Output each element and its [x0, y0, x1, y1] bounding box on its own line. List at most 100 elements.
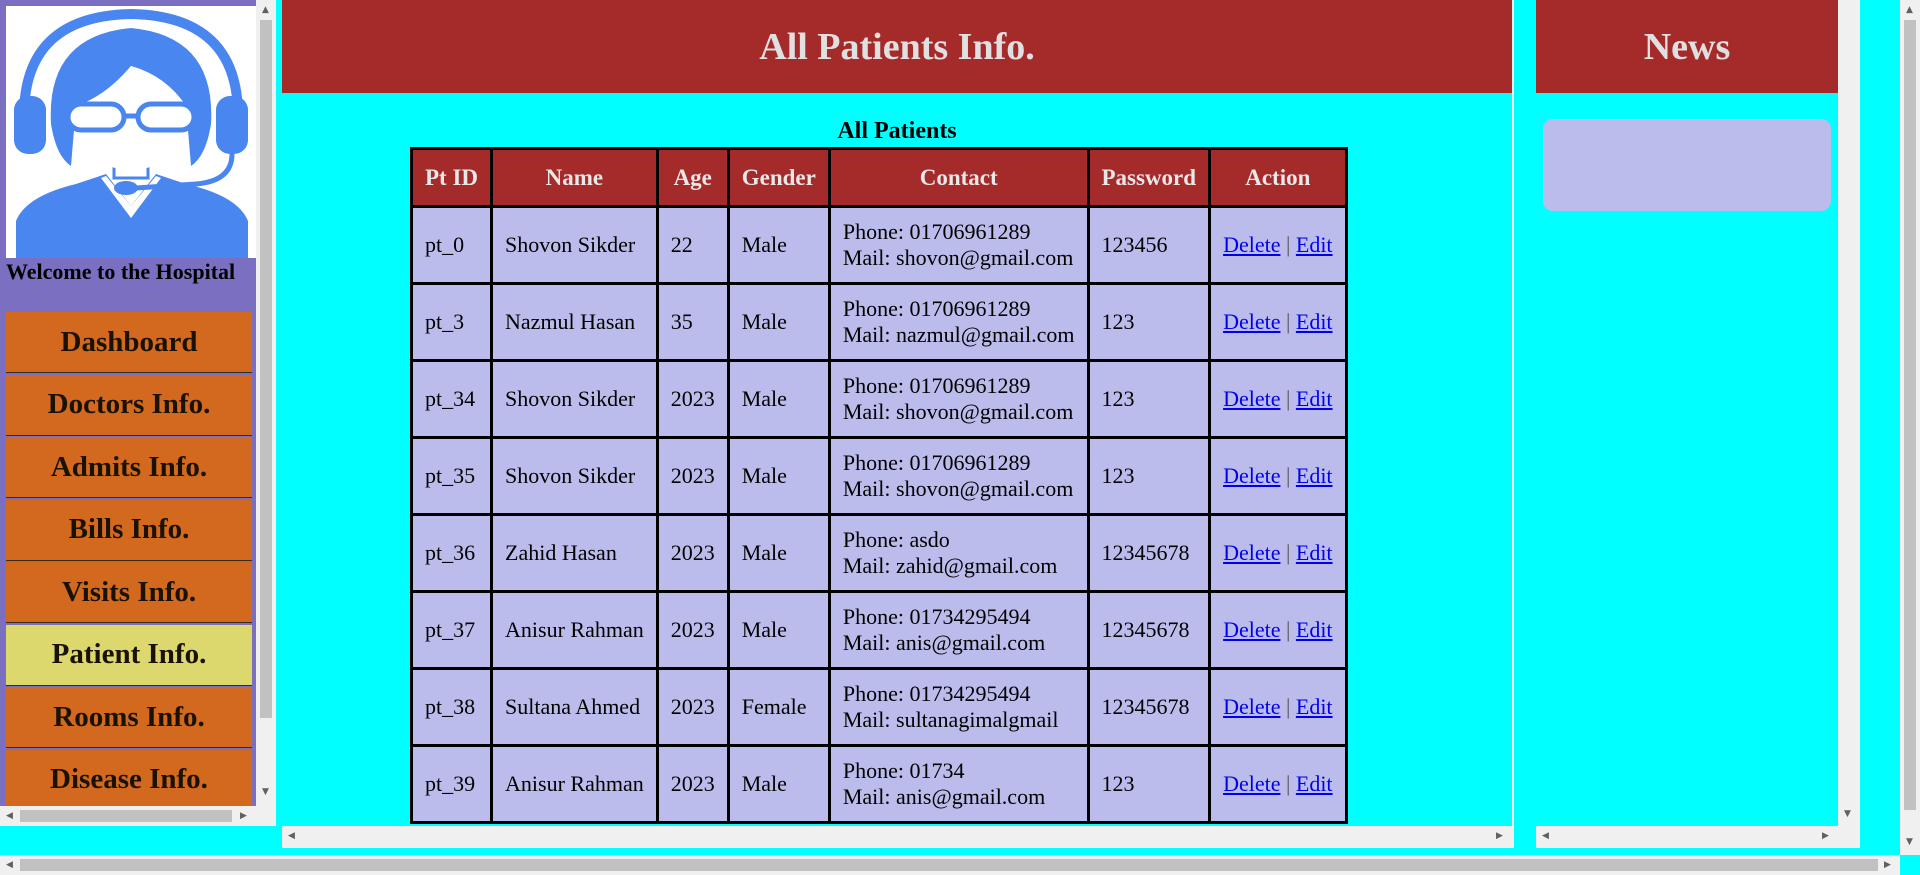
contact-mail: Mail: zahid@gmail.com: [842, 553, 1058, 578]
delete-link[interactable]: Delete: [1223, 617, 1280, 642]
cell-password: 123456: [1086, 205, 1212, 285]
edit-link[interactable]: Edit: [1296, 309, 1333, 334]
cell-action: Delete | Edit: [1208, 667, 1348, 747]
cell-pt-id: pt_36: [409, 513, 494, 593]
main-horizontal-scroll-thumb[interactable]: [302, 830, 1492, 842]
sidebar-vertical-scrollbar[interactable]: ▲ ▼: [256, 0, 276, 806]
action-separator: |: [1285, 309, 1291, 334]
cell-contact: Phone: 01734295494 Mail: anis@gmail.com: [827, 590, 1090, 670]
sidebar-horizontal-scroll-thumb[interactable]: [20, 810, 232, 822]
sidebar-item-admits-info[interactable]: Admits Info.: [6, 437, 252, 498]
page-vertical-scrollbar[interactable]: ▲ ▼: [1900, 0, 1920, 855]
contact-phone: Phone: 01734295494: [842, 681, 1031, 706]
sidebar-item-visits-info[interactable]: Visits Info.: [6, 562, 252, 623]
cell-contact: Phone: 01734 Mail: anis@gmail.com: [827, 744, 1090, 824]
table-row: pt_35 Shovon Sikder 2023 Male Phone: 0170696…: [409, 436, 1348, 516]
delete-link[interactable]: Delete: [1223, 771, 1280, 796]
main-horizontal-scrollbar[interactable]: ◀ ▶: [282, 826, 1512, 846]
scroll-down-arrow-icon[interactable]: ▼: [1906, 838, 1913, 847]
cell-password: 123: [1086, 282, 1212, 362]
cell-age: 2023: [655, 513, 730, 593]
cell-action: Delete | Edit: [1208, 359, 1348, 439]
cell-name: Anisur Rahman: [490, 590, 659, 670]
contact-mail: Mail: shovon@gmail.com: [842, 476, 1074, 501]
page-horizontal-scroll-thumb[interactable]: [20, 859, 1878, 871]
cell-contact: Phone: 01706961289 Mail: shovon@gmail.com: [827, 359, 1090, 439]
main-frame: All Patients Info. All Patients Pt ID Na…: [282, 0, 1514, 848]
news-panel: News: [1536, 0, 1838, 826]
contact-phone: Phone: 01734295494: [842, 604, 1031, 629]
contact-mail: Mail: nazmul@gmail.com: [842, 322, 1075, 347]
sidebar-item-doctors-info[interactable]: Doctors Info.: [6, 374, 252, 436]
cell-pt-id: pt_38: [409, 667, 494, 747]
sidebar-item-patient-info[interactable]: Patient Info.: [6, 624, 252, 686]
scroll-up-arrow-icon[interactable]: ▲: [262, 6, 269, 15]
table-row: pt_0 Shovon Sikder 22 Male Phone: 0170696128…: [409, 205, 1348, 285]
cell-pt-id: pt_34: [409, 359, 494, 439]
scroll-right-arrow-icon[interactable]: ▶: [240, 812, 247, 821]
delete-link[interactable]: Delete: [1223, 386, 1280, 411]
cell-name: Shovon Sikder: [490, 436, 659, 516]
sidebar-vertical-scroll-thumb[interactable]: [260, 20, 272, 718]
table-row: pt_37 Anisur Rahman 2023 Male Phone: 0173429…: [409, 590, 1348, 670]
cell-action: Delete | Edit: [1208, 590, 1348, 670]
sidebar-item-dashboard[interactable]: Dashboard: [6, 312, 252, 373]
contact-phone: Phone: 01734: [842, 758, 965, 783]
sidebar-horizontal-scrollbar[interactable]: ◀ ▶: [0, 806, 256, 826]
news-vertical-scrollbar[interactable]: ▼: [1838, 0, 1858, 826]
cell-gender: Male: [726, 744, 831, 824]
cell-password: 12345678: [1086, 513, 1212, 593]
cell-action: Delete | Edit: [1208, 744, 1348, 824]
edit-link[interactable]: Edit: [1296, 386, 1333, 411]
scroll-down-arrow-icon[interactable]: ▼: [262, 788, 269, 797]
sidebar-menu: Dashboard Doctors Info. Admits Info. Bil…: [6, 312, 252, 806]
cell-name: Zahid Hasan: [490, 513, 659, 593]
cell-contact: Phone: asdo Mail: zahid@gmail.com: [827, 513, 1090, 593]
action-separator: |: [1285, 617, 1291, 642]
page-vertical-scroll-thumb[interactable]: [1904, 20, 1916, 810]
cell-action: Delete | Edit: [1208, 282, 1348, 362]
scroll-up-arrow-icon[interactable]: ▲: [1906, 6, 1913, 15]
main-vertical-scrollbar[interactable]: ▲ ▼: [1512, 0, 1514, 826]
news-horizontal-scrollbar[interactable]: ◀ ▶: [1536, 826, 1838, 846]
scroll-right-arrow-icon[interactable]: ▶: [1496, 832, 1503, 841]
sidebar-frame: Welcome to the Hospital Dashboard Doctor…: [0, 0, 276, 826]
delete-link[interactable]: Delete: [1223, 232, 1280, 257]
sidebar-item-rooms-info[interactable]: Rooms Info.: [6, 687, 252, 748]
contact-phone: Phone: 01706961289: [842, 219, 1031, 244]
edit-link[interactable]: Edit: [1296, 540, 1333, 565]
welcome-text: Welcome to the Hospital: [6, 259, 236, 284]
news-box: [1543, 119, 1831, 211]
delete-link[interactable]: Delete: [1223, 463, 1280, 488]
edit-link[interactable]: Edit: [1296, 771, 1333, 796]
cell-contact: Phone: 01706961289 Mail: shovon@gmail.com: [827, 436, 1090, 516]
cell-gender: Male: [726, 436, 831, 516]
scroll-down-arrow-icon[interactable]: ▼: [1844, 810, 1851, 819]
cell-contact: Phone: 01706961289 Mail: nazmul@gmail.com: [827, 282, 1090, 362]
delete-link[interactable]: Delete: [1223, 540, 1280, 565]
edit-link[interactable]: Edit: [1296, 694, 1333, 719]
column-header-password: Password: [1086, 147, 1212, 208]
sidebar-item-bills-info[interactable]: Bills Info.: [6, 499, 252, 561]
contact-phone: Phone: asdo: [842, 527, 950, 552]
cell-name: Sultana Ahmed: [490, 667, 659, 747]
edit-link[interactable]: Edit: [1296, 617, 1333, 642]
edit-link[interactable]: Edit: [1296, 463, 1333, 488]
page-horizontal-scrollbar[interactable]: ◀ ▶: [0, 855, 1900, 875]
scroll-left-arrow-icon[interactable]: ◀: [1542, 832, 1549, 841]
sidebar: Welcome to the Hospital Dashboard Doctor…: [0, 0, 256, 806]
cell-pt-id: pt_37: [409, 590, 494, 670]
scroll-left-arrow-icon[interactable]: ◀: [288, 832, 295, 841]
contact-phone: Phone: 01706961289: [842, 373, 1031, 398]
contact-phone: Phone: 01706961289: [842, 296, 1031, 321]
column-header-contact: Contact: [827, 147, 1090, 208]
delete-link[interactable]: Delete: [1223, 694, 1280, 719]
scroll-right-arrow-icon[interactable]: ▶: [1822, 832, 1829, 841]
sidebar-item-disease-info[interactable]: Disease Info.: [6, 749, 252, 806]
contact-phone: Phone: 01706961289: [842, 450, 1031, 475]
delete-link[interactable]: Delete: [1223, 309, 1280, 334]
scroll-left-arrow-icon[interactable]: ◀: [6, 861, 13, 870]
scroll-right-arrow-icon[interactable]: ▶: [1884, 861, 1891, 870]
edit-link[interactable]: Edit: [1296, 232, 1333, 257]
scroll-left-arrow-icon[interactable]: ◀: [6, 812, 13, 821]
